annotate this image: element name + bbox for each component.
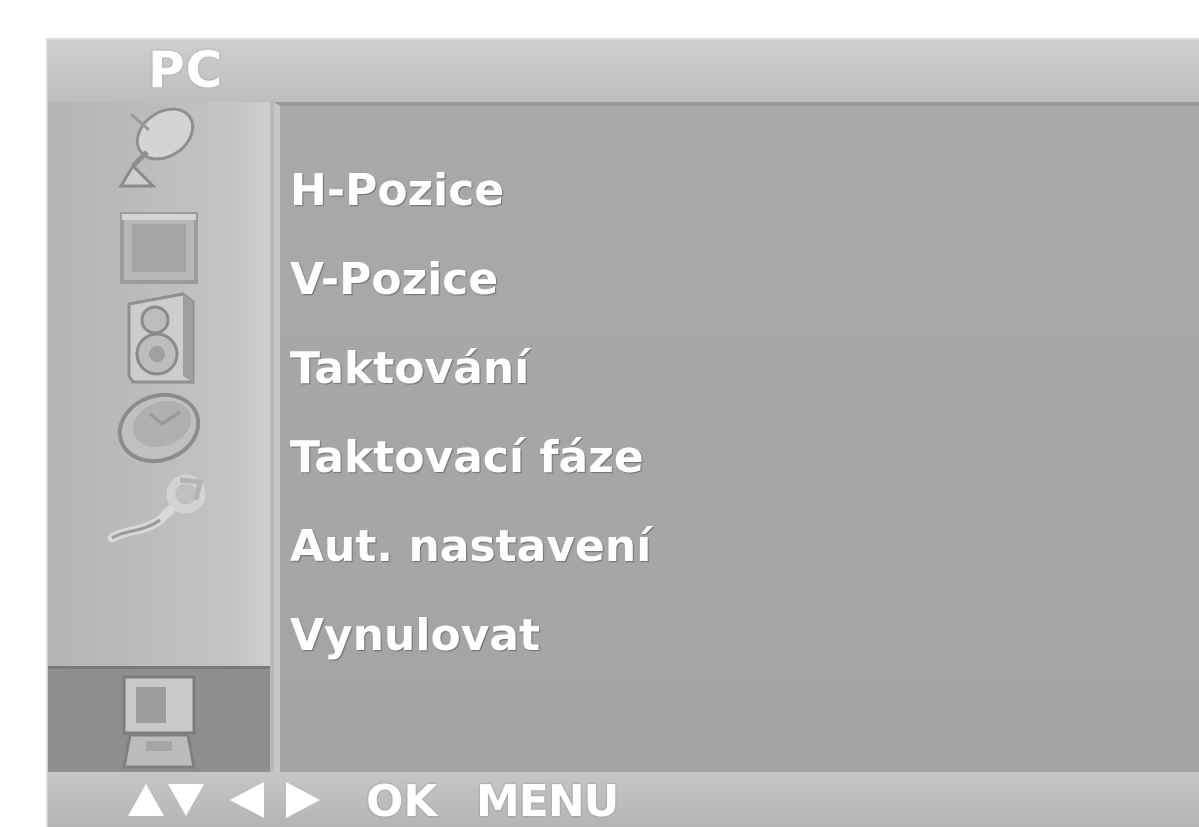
ok-key-label: OK: [366, 776, 438, 827]
sidebar-item-picture[interactable]: [48, 204, 270, 292]
menu-item-v-position[interactable]: V-Pozice: [290, 235, 651, 324]
left-right-arrows-icon: [226, 780, 326, 820]
submenu-panel: H-Pozice V-Pozice Taktování Taktovací fá…: [274, 102, 1199, 772]
menu-list: H-Pozice V-Pozice Taktování Taktovací fá…: [290, 146, 651, 680]
sidebar-item-special[interactable]: [48, 468, 270, 556]
clock-icon: [110, 384, 208, 468]
sidebar: [48, 102, 270, 772]
menu-item-auto-config[interactable]: Aut. nastavení: [290, 502, 651, 591]
menu-item-h-position[interactable]: H-Pozice: [290, 146, 651, 235]
menu-item-clock[interactable]: Taktování: [290, 324, 651, 413]
menu-item-phase[interactable]: Taktovací fáze: [290, 413, 651, 502]
wrench-icon: [104, 472, 214, 552]
sidebar-item-station[interactable]: [48, 102, 270, 190]
title-bar: PC: [48, 40, 1199, 102]
menu-item-reset[interactable]: Vynulovat: [290, 591, 651, 680]
menu-title: PC: [148, 41, 224, 99]
key-hint-bar: OK MENU: [48, 772, 1199, 827]
sidebar-item-pc[interactable]: [48, 666, 270, 772]
menu-key-label: MENU: [476, 776, 619, 827]
satellite-dish-icon: [113, 100, 205, 192]
osd-panel: PC H-Pozice V-Pozice Taktování Taktovací…: [46, 38, 1199, 827]
pc-monitor-icon: [116, 671, 202, 771]
picture-icon: [116, 208, 202, 288]
up-down-arrows-icon: [126, 780, 206, 820]
sidebar-item-time[interactable]: [48, 382, 270, 470]
sidebar-item-sound[interactable]: [48, 292, 270, 384]
speaker-icon: [119, 290, 199, 386]
